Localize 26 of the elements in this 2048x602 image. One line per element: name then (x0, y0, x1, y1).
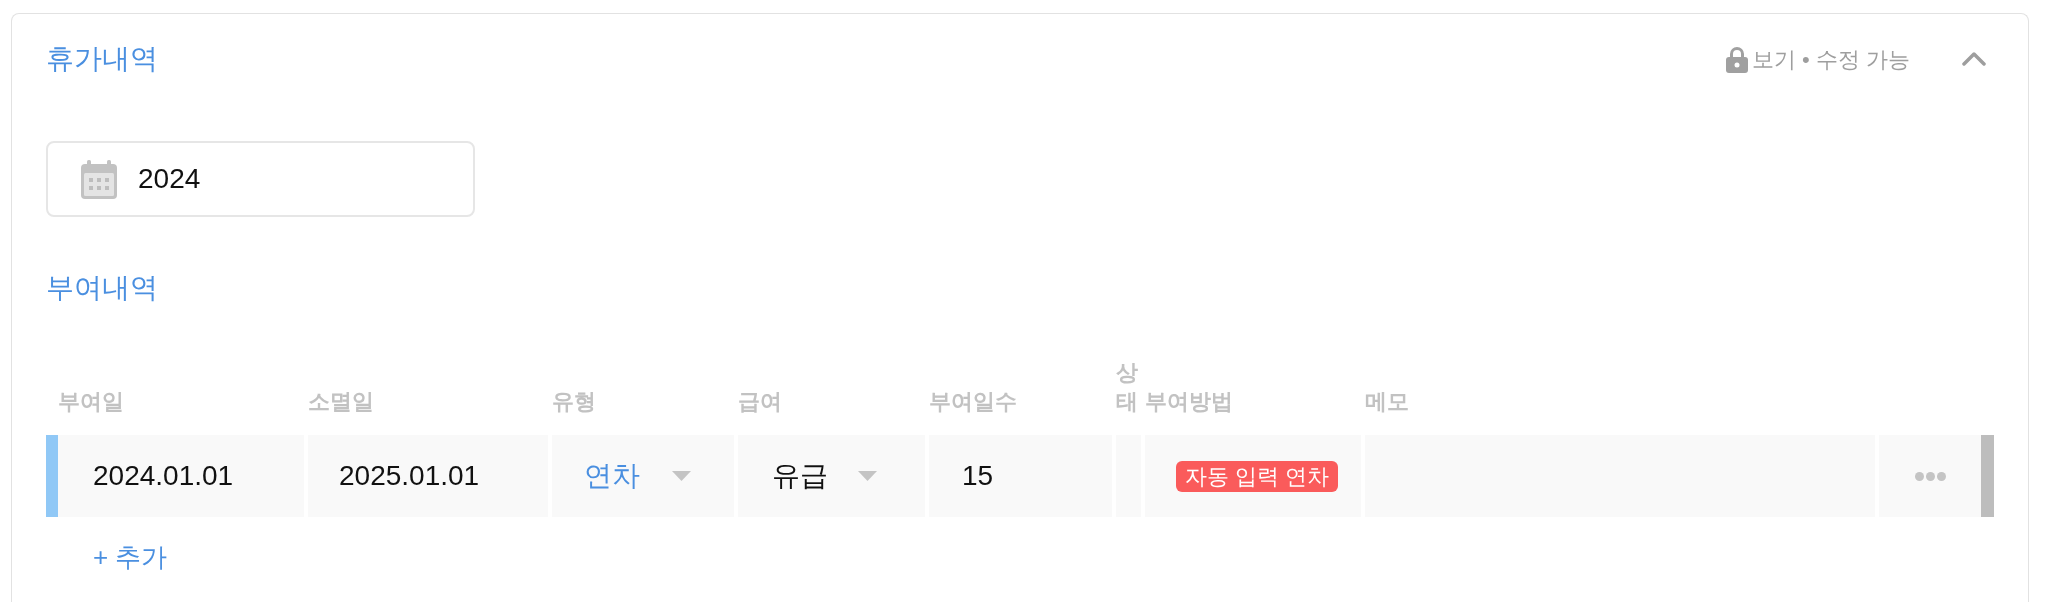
lock-icon (1725, 45, 1748, 73)
column-header: 급여 (738, 388, 783, 416)
section-title: 휴가내역 (46, 42, 158, 76)
column-header: 상태 (1116, 359, 1139, 416)
caret-icon (672, 471, 691, 481)
pay-dropdown[interactable]: 유급 (738, 435, 925, 517)
column-header: 부여일 (58, 388, 125, 416)
grants-title: 부여내역 (46, 271, 158, 305)
scrollbar[interactable] (1981, 435, 1994, 517)
calendar-icon (81, 159, 117, 199)
column-header: 부여방법 (1145, 388, 1234, 416)
more-button[interactable] (1879, 435, 1981, 517)
method-badge: 자동 입력 연차 (1176, 460, 1339, 492)
year-field[interactable]: 2024 (46, 141, 475, 217)
chevron-up-icon (1962, 52, 1986, 66)
column-header: 유형 (552, 388, 597, 416)
permission-label: 보기 • 수정 가능 (1751, 45, 1910, 74)
column-header: 소멸일 (308, 388, 375, 416)
more-icon (1914, 471, 1946, 481)
column-header: 부여일수 (929, 388, 1018, 416)
table-cell: 2024.01.01 (58, 435, 304, 517)
year-value: 2024 (138, 162, 201, 196)
caret-icon (858, 471, 877, 481)
column-header: 메모 (1365, 388, 1410, 416)
table-cell: 15 (929, 435, 1112, 517)
table-cell: 2025.01.01 (308, 435, 548, 517)
